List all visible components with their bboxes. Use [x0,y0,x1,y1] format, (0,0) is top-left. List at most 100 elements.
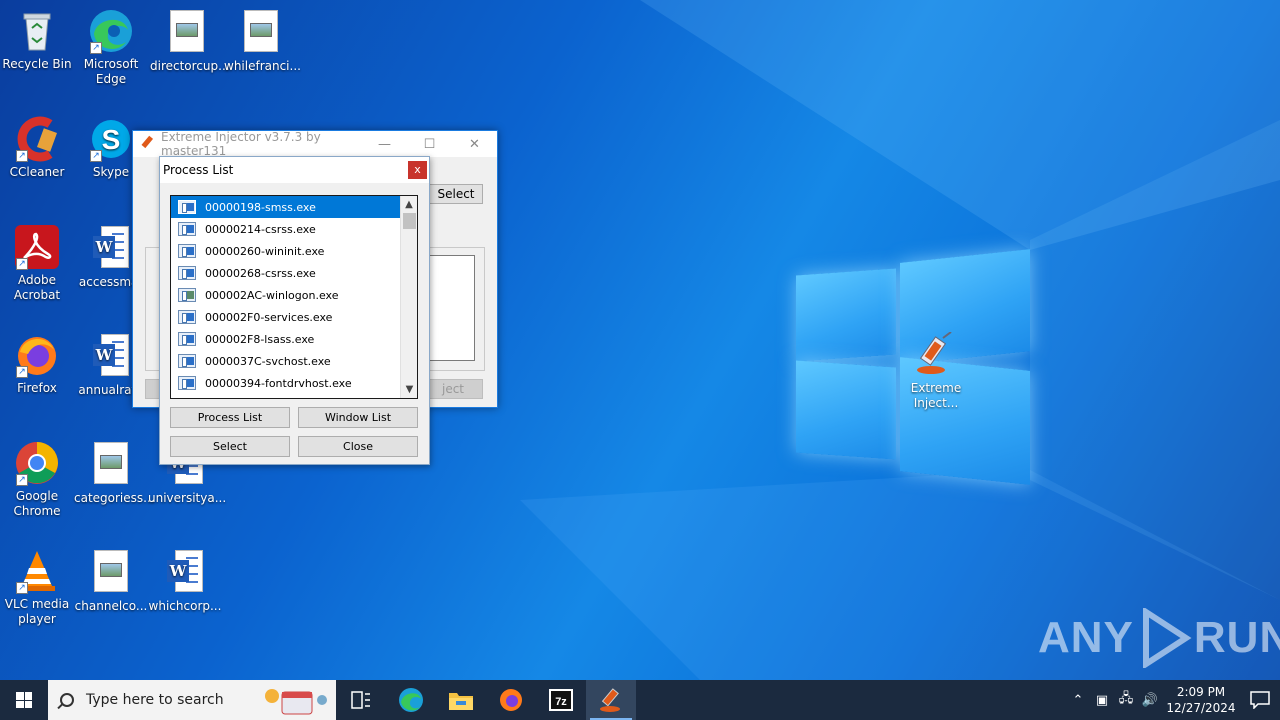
word-doc-icon: W [162,550,208,596]
list-item[interactable]: 00000394-fontdrvhost.exe [171,372,401,394]
process-icon [178,310,196,324]
desktop-icon-edge[interactable]: ↗ Microsoft Edge [74,8,148,87]
ccleaner-icon: ↗ [14,116,60,162]
desktop-icon-whilefranci[interactable]: whilefranci... [224,8,301,74]
list-item[interactable]: 000002AC-winlogon.exe [171,284,401,306]
desktop-icon-label: CCleaner [9,165,65,179]
injector-dll-list[interactable] [423,255,475,361]
process-list-button[interactable]: Process List [170,407,290,428]
desktop-icon-firefox[interactable]: ↗ Firefox [0,332,74,396]
list-item[interactable]: 00000198-smss.exe [171,196,401,218]
image-file-icon [88,550,134,596]
injector-title-bar[interactable]: Extreme Injector v3.7.3 by master131 — ☐… [133,130,497,158]
clock-time: 2:09 PM [1176,685,1226,699]
watermark-text-right: RUN [1193,613,1280,662]
list-item[interactable]: 000002F8-lsass.exe [171,328,401,350]
select-button[interactable]: Select [170,436,290,457]
desktop-icon-label: Firefox [17,381,57,395]
taskbar-7zip[interactable]: 7z [536,680,586,720]
chevron-up-icon[interactable]: ⌃ [1066,693,1090,708]
syringe-icon [139,135,155,154]
word-doc-icon: W [88,226,134,272]
desktop-icon-directorcup[interactable]: directorcup... [150,8,230,74]
list-item[interactable]: 00000268-csrss.exe [171,262,401,284]
close-icon[interactable]: ✕ [452,137,497,152]
process-icon [178,222,196,236]
list-item[interactable]: 00000214-csrss.exe [171,218,401,240]
process-name: 00000214-csrss.exe [205,222,316,236]
process-icon [178,376,196,390]
process-name: 0000037C-svchost.exe [205,354,331,368]
recycle-bin-icon [14,8,60,54]
injector-inject-button[interactable]: ject [423,379,483,399]
windows-start-icon [16,692,32,708]
clock[interactable]: 2:09 PM 12/27/2024 [1162,684,1240,716]
window-list-button[interactable]: Window List [298,407,418,428]
maximize-icon[interactable]: ☐ [407,137,452,152]
desktop-icon-label: whilefranci... [224,59,301,73]
volume-icon[interactable]: 🔊 [1138,693,1162,708]
desktop-icon-label: directorcup... [150,59,230,73]
network-icon[interactable]: 🖧 [1114,689,1138,711]
scroll-down-icon[interactable]: ▼ [401,381,417,398]
process-listbox[interactable]: 00000198-smss.exe 00000214-csrss.exe 000… [170,195,418,399]
desktop-icon-whichcorp[interactable]: W whichcorp... [148,548,222,614]
syringe-icon [600,688,620,712]
start-button[interactable] [0,680,48,720]
process-name: 000002F0-services.exe [205,310,333,324]
process-icon [178,244,196,258]
list-item[interactable]: 00000260-wininit.exe [171,240,401,262]
folder-icon [449,693,473,710]
process-icon [178,332,196,346]
close-button[interactable]: Close [298,436,418,457]
task-view-button[interactable] [336,680,386,720]
process-name: 00000394-fontdrvhost.exe [205,376,352,390]
list-item[interactable]: 000002F0-services.exe [171,306,401,328]
taskbar-search-box[interactable]: Type here to search [48,680,336,720]
image-file-icon [88,442,134,488]
process-name: 00000198-smss.exe [205,200,316,214]
system-tray: ⌃ ▣ 🖧 🔊 2:09 PM 12/27/2024 [1066,680,1280,720]
injector-select-button[interactable]: Select [429,184,483,204]
image-file-icon [164,10,210,56]
list-item[interactable]: 0000037C-svchost.exe [171,350,401,372]
taskbar-file-explorer[interactable] [436,680,486,720]
desktop-icon-vlc[interactable]: ↗ VLC media player [0,548,74,627]
desktop-icon-acrobat[interactable]: ↗ Adobe Acrobat [0,224,74,303]
desktop-icon-label: whichcorp... [148,599,222,613]
process-icon [178,288,196,302]
syringe-icon [913,331,959,378]
process-icon [178,354,196,368]
desktop-icon-categoriess[interactable]: categoriess... [74,440,155,506]
process-list-dialog[interactable]: Process List x 00000198-smss.exe 0000021… [159,156,430,465]
desktop-icon-ccleaner[interactable]: ↗ CCleaner [0,116,74,180]
taskbar: Type here to search 7z ⌃ ▣ 🖧 🔊 2:09 PM 1… [0,680,1280,720]
meet-now-icon[interactable]: ▣ [1090,693,1114,708]
vlc-icon: ↗ [14,548,60,594]
taskbar-edge[interactable] [386,680,436,720]
scroll-up-icon[interactable]: ▲ [401,196,417,213]
process-list-scrollbar[interactable]: ▲ ▼ [400,196,417,398]
firefox-icon: ↗ [14,332,60,378]
process-name: 000002F8-lsass.exe [205,332,315,346]
desktop-icon-recycle-bin[interactable]: Recycle Bin [0,8,74,72]
process-icon [178,200,196,214]
desktop-icon-chrome[interactable]: ↗ Google Chrome [0,440,74,519]
desktop-icon-label: Google Chrome [13,489,61,518]
edge-icon [399,688,423,712]
notification-center-button[interactable] [1240,691,1280,709]
word-doc-icon: W [88,334,134,380]
firefox-icon [500,689,522,711]
acrobat-icon: ↗ [14,224,60,270]
process-icon [178,266,196,280]
desktop-icon-extreme-injector[interactable]: Extreme Inject... [899,331,973,411]
scroll-thumb[interactable] [403,213,416,229]
desktop-icon-label: Extreme Inject... [910,381,962,410]
close-icon[interactable]: x [408,161,427,179]
minimize-icon[interactable]: — [362,137,407,152]
injector-title: Extreme Injector v3.7.3 by master131 [161,130,321,158]
process-dialog-title-bar[interactable]: Process List x [160,157,429,183]
taskbar-firefox[interactable] [486,680,536,720]
desktop-icon-channelco[interactable]: channelco... [74,548,148,614]
taskbar-extreme-injector[interactable] [586,680,636,720]
